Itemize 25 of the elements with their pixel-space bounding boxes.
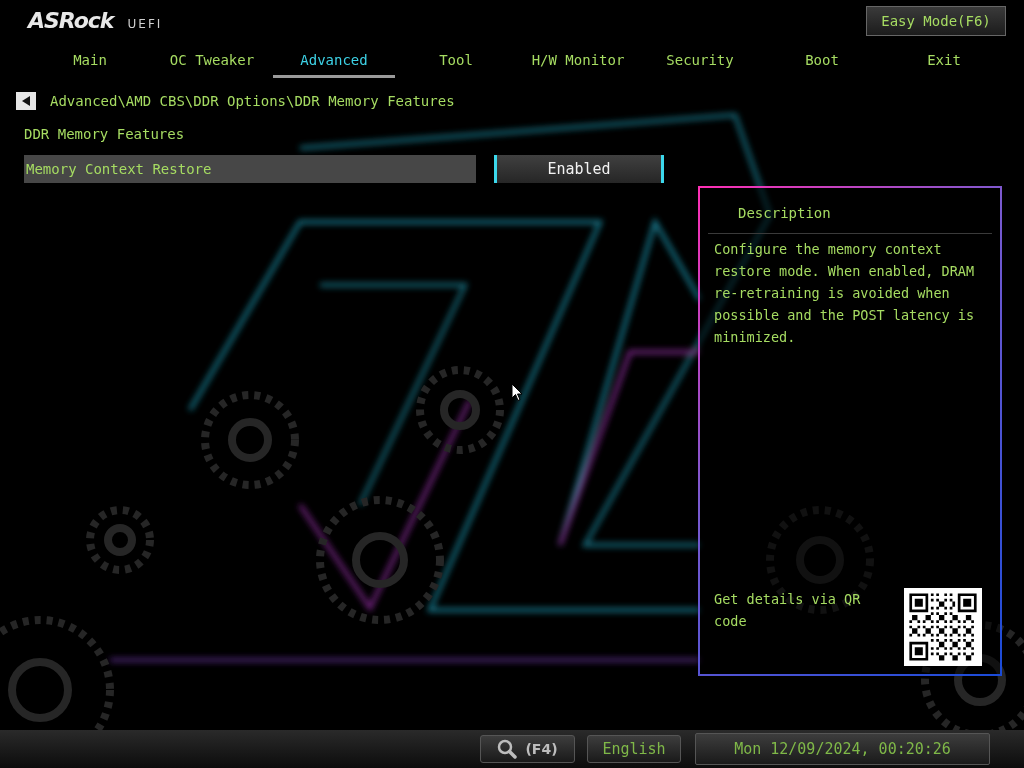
back-button[interactable] <box>16 92 36 110</box>
easy-mode-button[interactable]: Easy Mode(F6) <box>866 6 1006 36</box>
qr-hint-text: Get details via QR code <box>714 590 862 631</box>
mouse-cursor-icon <box>511 383 523 402</box>
setting-label[interactable]: Memory Context Restore <box>24 155 476 183</box>
menu-tab[interactable]: H/W Monitor <box>517 44 639 78</box>
breadcrumb-path: Advanced\AMD CBS\DDR Options\DDR Memory Features <box>50 93 455 109</box>
logo-suffix: UEFI <box>127 17 163 31</box>
search-icon <box>497 739 518 759</box>
menu-tab[interactable]: Exit <box>883 44 1005 78</box>
brand-logo: ASRock <box>28 8 114 33</box>
page-title: DDR Memory Features <box>24 126 185 142</box>
menu-tab[interactable]: OC Tweaker <box>151 44 273 78</box>
date-time-display: Mon 12/09/2024, 00:20:26 <box>695 733 990 765</box>
menu-tab[interactable]: Security <box>639 44 761 78</box>
description-title: Description <box>738 205 832 221</box>
language-button[interactable]: English <box>587 735 681 763</box>
menu-tab[interactable]: Advanced <box>273 44 395 78</box>
menu-tab[interactable]: Main <box>29 44 151 78</box>
menu-tab[interactable]: Boot <box>761 44 883 78</box>
menu-tab[interactable]: Tool <box>395 44 517 78</box>
description-text: Configure the memory context restore mode. When enabled, DRAM re-retraining is avoided when possible and the POST latency is minimized. <box>713 240 976 347</box>
left-triangle-icon <box>22 96 30 106</box>
search-button[interactable]: (F4) <box>480 735 575 763</box>
setting-value-button[interactable]: Enabled <box>494 155 664 183</box>
